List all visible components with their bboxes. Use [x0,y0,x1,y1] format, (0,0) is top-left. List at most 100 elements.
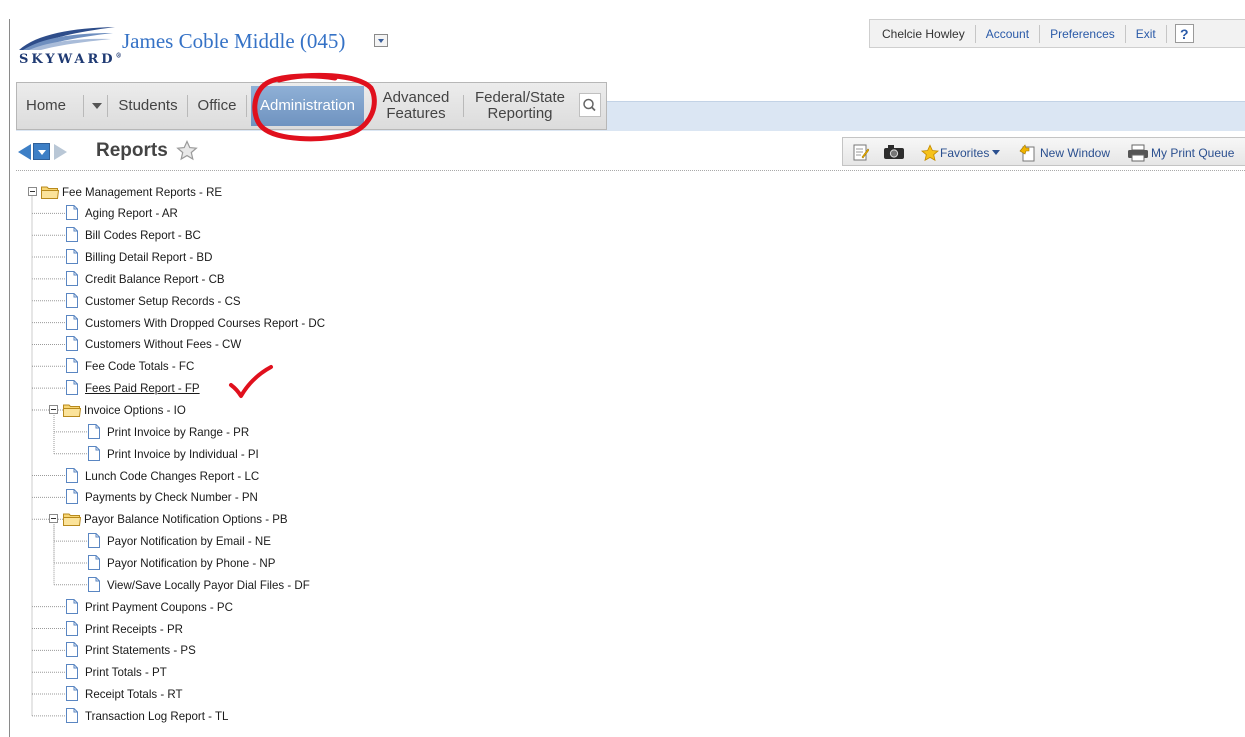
document-icon [88,423,100,439]
document-icon [66,205,78,221]
tree-folder[interactable]: Invoice Options - IO [84,400,186,420]
back-arrow-icon[interactable] [18,144,31,160]
document-icon [88,554,100,570]
nav-students[interactable]: Students [113,83,183,129]
document-icon [66,489,78,505]
tree-item[interactable]: Lunch Code Changes Report - LC [85,466,259,486]
logo-wordmark: SKYWARD® [19,52,122,67]
tree-item[interactable]: Print Payment Coupons - PC [85,597,233,617]
user-name: Chelcie Howley [870,24,976,43]
tree-item[interactable]: Bill Codes Report - BC [85,225,201,245]
red-check-annotation [229,365,273,398]
document-icon [66,686,78,702]
tree-item[interactable]: Payor Notification by Phone - NP [107,553,275,573]
document-icon [66,467,78,483]
document-icon [66,380,78,396]
new-window-button[interactable]: New Window [1019,144,1110,162]
tree-item[interactable]: Fees Paid Report - FP [85,378,200,398]
search-icon [583,98,596,112]
collapse-toggle-icon[interactable] [49,514,58,524]
document-icon [88,576,100,592]
nav-advanced-line2: Features [386,105,446,122]
tree-folder[interactable]: Payor Balance Notification Options - PB [84,509,288,529]
tree-folder-root[interactable]: Fee Management Reports - RE [62,182,222,202]
folder-icon [41,185,59,199]
tree-item[interactable]: Fee Code Totals - FC [85,356,194,376]
nav-office[interactable]: Office [193,83,241,129]
tree-item[interactable]: Billing Detail Report - BD [85,247,212,267]
nav-advanced-line1: Advanced [382,89,450,106]
tree-item[interactable]: Print Receipts - PR [85,619,183,639]
preferences-link[interactable]: Preferences [1040,24,1126,43]
nav-advanced-features[interactable]: Advanced Features [375,83,457,129]
new-window-icon [1019,144,1035,162]
forward-arrow-icon[interactable] [54,144,67,160]
page-left-border [9,19,10,737]
collapse-toggle-icon[interactable] [49,405,58,414]
tree-item[interactable]: Print Totals - PT [85,662,167,682]
document-icon [66,249,78,265]
document-icon [66,664,78,680]
nav-home[interactable]: Home [23,83,69,129]
school-dropdown-button[interactable] [374,34,388,47]
tree-item[interactable]: Print Invoice by Individual - PI [107,444,259,464]
nav-separator [107,95,108,117]
document-icon [66,620,78,636]
tree-item[interactable]: Transaction Log Report - TL [85,706,228,726]
nav-separator [463,95,464,117]
tree-item[interactable]: Customers Without Fees - CW [85,334,241,354]
favorites-star-icon [920,144,940,162]
tree-item[interactable]: Payments by Check Number - PN [85,487,258,507]
document-icon [66,598,78,614]
exit-link[interactable]: Exit [1126,24,1167,43]
folder-icon [63,512,81,527]
page-toolbar: Favorites New Window My Print Queue [842,137,1245,166]
chevron-down-icon [992,150,1001,155]
screenshot-button[interactable] [883,144,905,160]
print-queue-label: My Print Queue [1151,146,1235,160]
collapse-toggle-icon[interactable] [28,186,37,196]
tree-item[interactable]: Receipt Totals - RT [85,684,183,704]
tree-item[interactable]: Aging Report - AR [85,203,178,223]
favorite-star-icon[interactable] [176,140,198,161]
nav-separator [187,95,188,117]
logo-swoosh-icon [19,27,115,50]
nav-search-button[interactable] [579,93,601,117]
printer-icon [1128,144,1148,162]
home-dropdown-button[interactable] [87,83,105,129]
nav-administration[interactable]: Administration [251,86,364,126]
history-nav [18,143,90,160]
favorites-menu[interactable]: Favorites [920,144,1001,162]
document-icon [66,227,78,243]
document-icon [88,533,100,549]
help-button[interactable]: ? [1174,24,1194,43]
camera-icon [884,145,904,159]
document-icon [66,336,78,352]
print-queue-button[interactable]: My Print Queue [1127,144,1234,162]
account-link[interactable]: Account [976,24,1041,43]
document-icon [66,314,78,330]
document-icon [66,270,78,286]
nav-federal-line1: Federal/State [474,89,566,106]
page-title: Reports [96,140,168,161]
history-dropdown-icon[interactable] [33,143,50,160]
new-window-label: New Window [1040,146,1111,160]
edit-note-icon [853,144,869,161]
main-nav: Home Students Office Administration Adva… [16,82,607,130]
tree-item[interactable]: Customer Setup Records - CS [85,291,241,311]
tree-item[interactable]: Customers With Dropped Courses Report - … [85,313,325,333]
nav-separator [246,95,247,117]
tree-item[interactable]: Print Invoice by Range - PR [107,422,249,442]
nav-federal-state-reporting[interactable]: Federal/State Reporting [467,83,573,129]
tree-item[interactable]: Print Statements - PS [85,640,196,660]
tree-item[interactable]: Credit Balance Report - CB [85,269,225,289]
school-name[interactable]: James Coble Middle (045) [122,29,345,54]
tree-item[interactable]: View/Save Locally Payor Dial Files - DF [107,575,310,595]
edit-notes-button[interactable] [853,144,869,161]
nav-federal-line2: Reporting [487,105,553,122]
nav-separator [83,95,84,117]
tree-item[interactable]: Payor Notification by Email - NE [107,531,271,551]
user-bar: Chelcie Howley Account Preferences Exit … [869,19,1245,48]
document-icon [66,707,78,723]
skyward-logo[interactable]: SKYWARD® [17,24,122,68]
